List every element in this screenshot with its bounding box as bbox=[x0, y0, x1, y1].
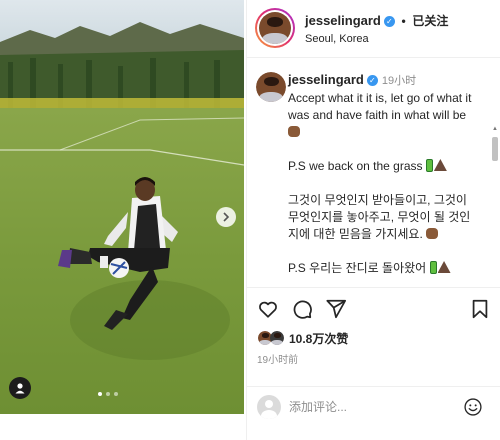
carousel-indicator bbox=[98, 392, 118, 396]
caption-text-line: 지에 대한 믿음을 가지세요. bbox=[288, 227, 423, 241]
post-location[interactable]: Seoul, Korea bbox=[305, 33, 369, 45]
likes-summary[interactable]: 10.8万次赞 bbox=[257, 328, 348, 348]
praying-hands-emoji-icon bbox=[433, 159, 447, 171]
caption-time: 19小时 bbox=[381, 75, 417, 87]
comment-bar bbox=[247, 386, 500, 440]
caption-text-line: P.S 우리는 잔디로 돌아왔어 bbox=[288, 261, 427, 275]
caption-avatar[interactable] bbox=[256, 72, 286, 102]
carousel-dot bbox=[98, 392, 102, 396]
post-header: jesselingard ✓ • 已关注 Seoul, Korea bbox=[247, 0, 500, 58]
share-icon[interactable] bbox=[325, 298, 347, 320]
chevron-right-icon bbox=[223, 212, 230, 222]
caption-text-line: 무엇인지를 놓아주고, 무엇이 될 것인 bbox=[288, 210, 471, 224]
heart-icon[interactable] bbox=[257, 298, 279, 320]
verified-badge-icon: ✓ bbox=[383, 16, 395, 27]
carousel-next-button[interactable] bbox=[216, 207, 236, 227]
post-photo[interactable] bbox=[0, 0, 244, 414]
fist-bump-emoji-icon bbox=[426, 228, 439, 239]
caption-scrollbar[interactable]: ▲ ▼ bbox=[491, 125, 499, 285]
caption-scroll-area[interactable]: jesselingard ✓ 19小时 Accept what it it is, … bbox=[247, 59, 500, 285]
user-tags-button[interactable] bbox=[9, 377, 31, 399]
caption-text-line: was and have faith in what will be bbox=[288, 108, 467, 122]
user-tag-icon bbox=[15, 383, 25, 394]
caption-text-line: Accept what it it is, let go of what it bbox=[288, 91, 472, 105]
follow-status-button[interactable]: 已关注 bbox=[412, 14, 448, 28]
likes-count[interactable]: 10.8万次赞 bbox=[289, 330, 348, 347]
post-side-panel: jesselingard ✓ • 已关注 Seoul, Korea jesseli… bbox=[246, 0, 500, 440]
caption-body: jesselingard ✓ 19小时 Accept what it it is, … bbox=[288, 71, 486, 277]
post-timestamp[interactable]: 19小时前 bbox=[257, 351, 298, 366]
scroll-up-arrow-icon[interactable]: ▲ bbox=[491, 125, 499, 133]
header-username-row: jesselingard ✓ • 已关注 bbox=[305, 12, 448, 29]
author-username[interactable]: jesselingard bbox=[305, 13, 381, 28]
verified-badge-icon: ✓ bbox=[366, 75, 378, 86]
comment-icon[interactable] bbox=[291, 298, 313, 320]
praying-hands-emoji-icon bbox=[437, 261, 451, 273]
liker-avatar bbox=[269, 330, 285, 346]
football-player-photo bbox=[0, 0, 244, 414]
smiley-icon[interactable] bbox=[463, 397, 483, 417]
caption-text-line: 그것이 무엇인지 받아들이고, 그것이 bbox=[288, 193, 467, 207]
post-actions bbox=[247, 287, 500, 331]
caption-username[interactable]: jesselingard bbox=[288, 72, 364, 87]
scrollbar-thumb[interactable] bbox=[492, 137, 498, 161]
battery-emoji-icon bbox=[429, 261, 437, 274]
bookmark-icon[interactable] bbox=[469, 298, 491, 320]
header-separator: • bbox=[401, 14, 406, 28]
author-avatar[interactable] bbox=[255, 8, 295, 48]
current-user-avatar bbox=[257, 395, 281, 419]
fist-bump-emoji-icon bbox=[288, 126, 300, 137]
carousel-dot bbox=[106, 392, 110, 396]
carousel-dot bbox=[114, 392, 118, 396]
avatar-image bbox=[259, 12, 291, 44]
comment-input[interactable] bbox=[289, 397, 459, 417]
battery-emoji-icon bbox=[425, 159, 433, 172]
caption-text-line: P.S we back on the grass bbox=[288, 159, 423, 173]
